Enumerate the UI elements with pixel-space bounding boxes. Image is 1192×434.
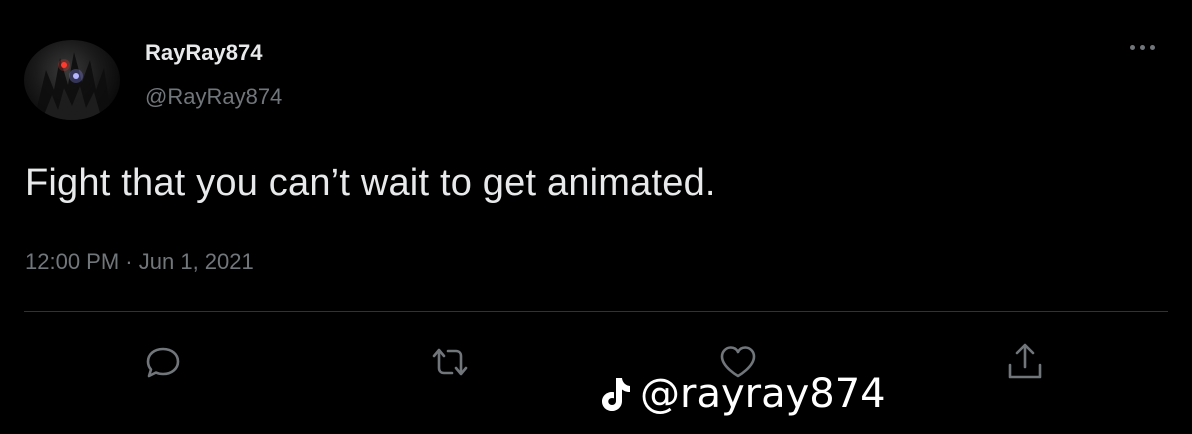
share-icon: [1008, 343, 1042, 379]
divider: [24, 311, 1168, 312]
tweet-text: Fight that you can’t wait to get animate…: [25, 162, 716, 204]
avatar[interactable]: [24, 40, 120, 120]
author-handle[interactable]: @RayRay874: [145, 84, 282, 110]
meta-separator: ·: [125, 249, 133, 274]
share-button[interactable]: [1003, 340, 1047, 384]
retweet-button[interactable]: [428, 340, 472, 384]
reply-icon: [146, 347, 180, 378]
watermark-text: @rayray874: [640, 371, 886, 417]
reply-button[interactable]: [141, 340, 185, 384]
avatar-image: [34, 52, 112, 120]
tweet-timestamp[interactable]: 12:00 PM · Jun 1, 2021: [25, 249, 254, 275]
tweet-time[interactable]: 12:00 PM: [25, 249, 119, 274]
tweet-date[interactable]: Jun 1, 2021: [139, 249, 254, 274]
author-display-name[interactable]: RayRay874: [145, 40, 262, 66]
retweet-icon: [432, 348, 468, 376]
tiktok-watermark: @rayray874: [598, 370, 886, 418]
more-options-icon[interactable]: [1130, 40, 1164, 54]
tiktok-icon: [602, 378, 630, 411]
